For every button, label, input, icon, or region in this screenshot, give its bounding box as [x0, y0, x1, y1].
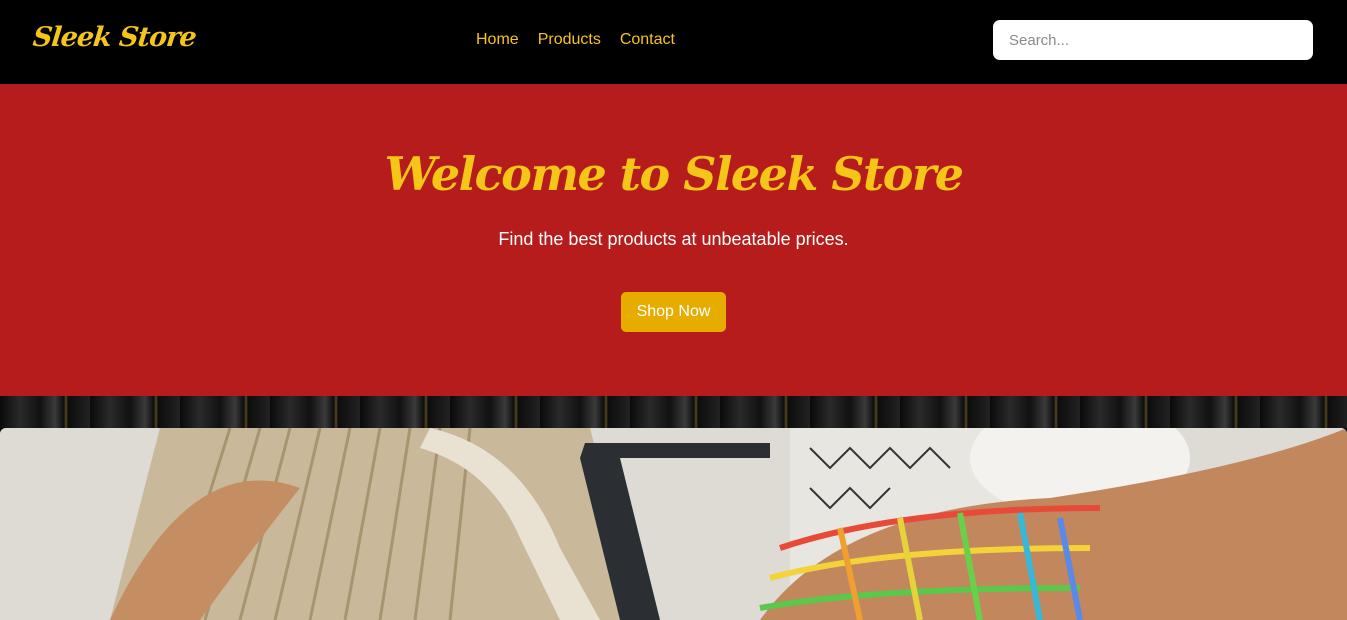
hero-banner: Welcome to Sleek Store Find the best pro… [0, 84, 1347, 396]
nav-link-home[interactable]: Home [476, 30, 519, 50]
shop-now-button[interactable]: Shop Now [621, 292, 726, 332]
decorative-background-strip [0, 396, 1347, 428]
product-photo [0, 428, 1347, 620]
search-input[interactable] [993, 20, 1313, 60]
hero-subtitle: Find the best products at unbeatable pri… [498, 229, 849, 249]
product-image[interactable] [0, 428, 1347, 620]
brand-logo[interactable]: Sleek Store [31, 16, 198, 60]
hero-title: Welcome to Sleek Store [384, 147, 964, 201]
nav-link-contact[interactable]: Contact [620, 30, 675, 50]
nav-link-products[interactable]: Products [538, 30, 601, 50]
main-nav: Home Products Contact [476, 30, 694, 50]
navbar: Sleek Store Home Products Contact [0, 0, 1347, 84]
